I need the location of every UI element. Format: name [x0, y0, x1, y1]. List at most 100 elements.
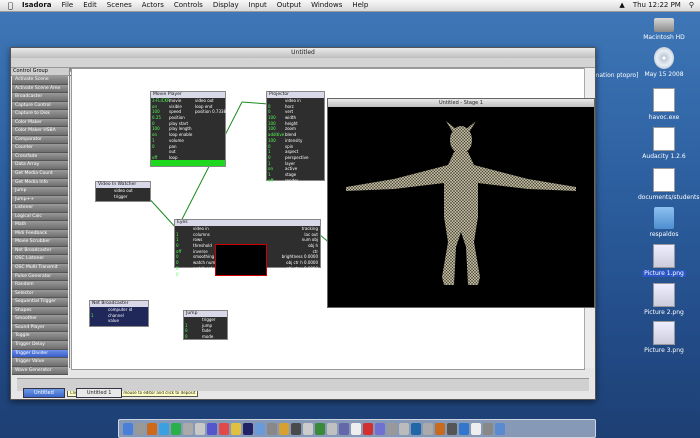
- input-value[interactable]: 0: [176, 272, 179, 278]
- stage-titlebar[interactable]: Untitled - Stage 1: [328, 99, 594, 107]
- actor-input-row[interactable]: trigger: [96, 194, 150, 200]
- menu-edit[interactable]: Edit: [83, 0, 97, 11]
- actor-list-item[interactable]: Trigger Value: [12, 358, 68, 367]
- dock-app-icon[interactable]: [291, 422, 301, 435]
- actor-list-item[interactable]: Get Media Count: [12, 170, 68, 179]
- dock-app-icon[interactable]: [387, 422, 397, 435]
- actor-list-item[interactable]: Midi Feedback: [12, 229, 68, 239]
- dock-app-icon[interactable]: [243, 422, 253, 435]
- actor-eyes[interactable]: Eyes video in 1 columns 1 rows 0 threshold off i…: [174, 219, 321, 294]
- dock-app-icon[interactable]: [363, 422, 373, 435]
- actor-list-item[interactable]: Random: [12, 281, 68, 290]
- actor-list-item[interactable]: Comparator: [12, 135, 68, 145]
- dock-app-icon[interactable]: [459, 422, 469, 435]
- stage-window[interactable]: Untitled - Stage 1: [327, 98, 595, 308]
- actor-projector[interactable]: Projector video in 0 horz 0 vert 100 width 100 h…: [266, 91, 325, 184]
- menu-file[interactable]: File: [62, 0, 74, 11]
- actor-list-item[interactable]: Selector: [12, 289, 68, 299]
- dock-app-icon[interactable]: [303, 422, 313, 435]
- dock-app-icon[interactable]: [267, 422, 277, 435]
- menu-help[interactable]: Help: [352, 0, 368, 11]
- dock-app-icon[interactable]: [471, 422, 481, 435]
- volume-icon[interactable]: ▲: [619, 0, 624, 11]
- actor-list-item[interactable]: OSC Listener: [12, 255, 68, 265]
- actor-list-item[interactable]: Listener: [12, 204, 68, 213]
- dock-app-icon[interactable]: [315, 422, 325, 435]
- dock-app-icon[interactable]: [483, 422, 493, 435]
- actor-video-in-watcher[interactable]: Video In Watcher video out trigger: [95, 181, 151, 202]
- dock-app-icon[interactable]: [231, 422, 241, 435]
- desktop-icon-drive[interactable]: Macintosh HD: [636, 12, 692, 41]
- desktop-icon-doc[interactable]: documents/students: [636, 168, 699, 201]
- desktop-icon-doc[interactable]: havoc.exe: [636, 88, 692, 121]
- actor-list-item[interactable]: Color Maker HSBA: [12, 127, 68, 136]
- actor-list-item[interactable]: Trigger Delay: [12, 340, 68, 350]
- actor-jump[interactable]: Jump trigger 1 jump 0 fade 0 mode: [183, 310, 228, 340]
- actor-list-item[interactable]: Toggle: [12, 332, 68, 341]
- input-value[interactable]: off: [268, 178, 273, 184]
- menu-output[interactable]: Output: [277, 0, 301, 11]
- actor-list-item[interactable]: Broadcaster: [12, 93, 68, 102]
- actor-input-row[interactable]: value: [90, 318, 148, 324]
- actor-list-item[interactable]: Movie Scrubber: [12, 238, 68, 247]
- menu-isadora[interactable]: Isadora: [22, 0, 52, 11]
- actor-output[interactable]: position 0.7338: [195, 109, 226, 115]
- desktop-icon-cd[interactable]: May 15 2008: [636, 47, 692, 78]
- partial-desktop-icon[interactable]: mation ptopro]: [588, 72, 644, 79]
- actor-list-item[interactable]: Activate Scene: [12, 76, 68, 85]
- dock-app-icon[interactable]: [159, 422, 169, 435]
- menu-input[interactable]: Input: [249, 0, 267, 11]
- desktop-icon-pic[interactable]: Picture 3.png: [636, 321, 692, 354]
- dock-app-icon[interactable]: [219, 422, 229, 435]
- actor-list-item[interactable]: Jump: [12, 187, 68, 196]
- menu-actors[interactable]: Actors: [142, 0, 164, 11]
- actor-list-item[interactable]: Logical Calc: [12, 212, 68, 222]
- clock[interactable]: Thu 12:22 PM: [633, 0, 681, 11]
- dock-app-icon[interactable]: [147, 422, 157, 435]
- actor-list-item[interactable]: Capture Control: [12, 101, 68, 111]
- spotlight-icon[interactable]: ⚲: [689, 0, 694, 11]
- desktop-icon-pic[interactable]: Picture 2.png: [636, 283, 692, 316]
- actor-list-item[interactable]: Sound Player: [12, 323, 68, 333]
- dock-app-icon[interactable]: [123, 422, 133, 435]
- dock-app-icon[interactable]: [327, 422, 337, 435]
- actor-list-item[interactable]: Jump++: [12, 195, 68, 205]
- desktop-icon-doc[interactable]: Audacity 1.2.6: [636, 127, 692, 160]
- dock-app-icon[interactable]: [183, 422, 193, 435]
- actor-list-item[interactable]: Pulse Generator: [12, 272, 68, 282]
- actor-input-row[interactable]: 0 mode: [184, 334, 227, 340]
- dock-app-icon[interactable]: [195, 422, 205, 435]
- desktop-icon-pic[interactable]: Picture 1.png: [636, 244, 692, 277]
- dock-app-icon[interactable]: [495, 422, 505, 435]
- tab-untitled[interactable]: Untitled: [23, 388, 65, 398]
- menu-windows[interactable]: Windows: [311, 0, 342, 11]
- dock-app-icon[interactable]: [279, 422, 289, 435]
- actor-list-item[interactable]: Color Maker: [12, 118, 68, 128]
- actor-list-item[interactable]: Activate Scene Ame: [12, 84, 68, 94]
- menu-controls[interactable]: Controls: [174, 0, 203, 11]
- actor-list-item[interactable]: Counter: [12, 144, 68, 153]
- input-value[interactable]: 0: [185, 334, 188, 340]
- dock-app-icon[interactable]: [255, 422, 265, 435]
- dock-app-icon[interactable]: [339, 422, 349, 435]
- dock-app-icon[interactable]: [135, 422, 145, 435]
- menu-scenes[interactable]: Scenes: [107, 0, 132, 11]
- actor-input-row[interactable]: off render: [267, 178, 324, 184]
- dock-app-icon[interactable]: [351, 422, 361, 435]
- actor-list-item[interactable]: OSC Multi Transmit: [12, 264, 68, 273]
- actor-list-item[interactable]: Net Broadcaster: [12, 246, 68, 256]
- actor-list-item[interactable]: Sequential Trigger: [12, 298, 68, 307]
- actor-list-item[interactable]: Crossfade: [12, 152, 68, 162]
- dock-app-icon[interactable]: [411, 422, 421, 435]
- actor-output[interactable]: obj veloc 0.0000: [272, 289, 318, 295]
- dock-app-icon[interactable]: [207, 422, 217, 435]
- tab-untitled-1[interactable]: Untitled 1: [75, 388, 123, 398]
- actor-list-item[interactable]: Shapes: [12, 306, 68, 316]
- actor-input-row[interactable]: 0 monitor: [175, 272, 215, 278]
- menu-display[interactable]: Display: [213, 0, 239, 11]
- actor-list-item[interactable]: Get Media Info: [12, 178, 68, 188]
- dock-app-icon[interactable]: [423, 422, 433, 435]
- actor-list-item[interactable]: Trigger Divider: [12, 349, 68, 359]
- actor-list-item[interactable]: Wave Generator: [12, 366, 68, 376]
- dock-app-icon[interactable]: [399, 422, 409, 435]
